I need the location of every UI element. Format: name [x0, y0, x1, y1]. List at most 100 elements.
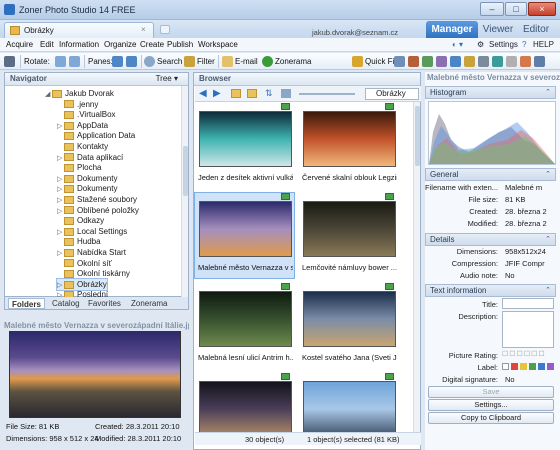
path-field[interactable]: Obrázky: [365, 88, 419, 100]
toolbar-tool-icon[interactable]: [534, 55, 547, 68]
copy-to-clipboard-button[interactable]: Copy to Clipboard: [428, 412, 554, 424]
menu-information[interactable]: Information: [59, 40, 99, 49]
tree-item[interactable]: Hudba: [57, 236, 101, 247]
general-section[interactable]: General ⌃: [425, 168, 556, 181]
parent-folder-icon[interactable]: [231, 89, 241, 98]
toolbar-tool-icon[interactable]: [478, 55, 491, 68]
tree-item[interactable]: ▷ Dokumenty: [57, 173, 117, 184]
thumbnail-item[interactable]: [298, 372, 399, 432]
menu-acquire[interactable]: Acquire: [6, 40, 33, 49]
collapse-icon[interactable]: ⌃: [545, 87, 551, 98]
toolbar-tool-icon[interactable]: [520, 55, 533, 68]
search-button[interactable]: Search: [144, 55, 182, 68]
tree-item[interactable]: ▷ AppData: [57, 120, 108, 131]
menu-workspace[interactable]: Workspace: [198, 40, 238, 49]
save-button[interactable]: Save: [428, 386, 554, 398]
color-labels[interactable]: [502, 362, 554, 371]
rotate-left-icon[interactable]: [55, 55, 68, 68]
forward-icon[interactable]: ▶: [213, 88, 221, 99]
menu-organize[interactable]: Organize: [104, 40, 136, 49]
rating-stars[interactable]: ☐☐☐☐☐☐: [502, 350, 546, 358]
expand-arrow-icon[interactable]: ▷: [57, 290, 64, 297]
tab-obrazky[interactable]: Obrázky ×: [4, 22, 154, 38]
tab-zonerama[interactable]: Zonerama: [128, 298, 170, 309]
tab-catalog[interactable]: Catalog: [49, 298, 83, 309]
tree-item[interactable]: ▷ Dokumenty: [57, 183, 117, 194]
toolbar-tool-icon[interactable]: [464, 55, 477, 68]
zonerama-button[interactable]: Zonerama: [262, 55, 311, 68]
maximize-button[interactable]: □: [505, 2, 527, 16]
description-field[interactable]: [502, 311, 554, 348]
collapse-icon[interactable]: ⌃: [545, 234, 551, 245]
acquire-icon[interactable]: [4, 55, 17, 68]
thumbnail-item[interactable]: Malebné mě...: [194, 372, 295, 432]
tree-item[interactable]: ▷ Local Settings: [57, 226, 127, 237]
expand-arrow-icon[interactable]: ◢: [45, 89, 52, 100]
tree-item[interactable]: ▷ Stažené soubory: [57, 194, 137, 205]
tree-item[interactable]: Application Data: [57, 130, 135, 141]
toolbar-tool-icon[interactable]: [422, 55, 435, 68]
navigator-scrollbar[interactable]: [181, 86, 188, 297]
text-information-section[interactable]: Text information ⌃: [425, 284, 556, 297]
scrollbar-thumb[interactable]: [183, 146, 188, 196]
minimize-button[interactable]: –: [480, 2, 504, 16]
menu-edit[interactable]: Edit: [40, 40, 54, 49]
rotate-right-icon[interactable]: [69, 55, 82, 68]
back-icon[interactable]: ◀: [199, 88, 207, 99]
settings-icon[interactable]: ⚙: [477, 40, 484, 49]
new-folder-icon[interactable]: [247, 89, 257, 98]
pane-right-icon[interactable]: [126, 55, 139, 68]
tree-item[interactable]: ▷ Nabídka Start: [57, 247, 126, 258]
tree-item[interactable]: ▷ Obrázky: [56, 277, 108, 291]
close-button[interactable]: ×: [528, 2, 556, 16]
browser-scrollbar[interactable]: [413, 102, 420, 432]
tab-editor[interactable]: Editor: [518, 21, 554, 39]
email-button[interactable]: E-mail: [222, 55, 258, 68]
toolbar-tool-icon[interactable]: [450, 55, 463, 68]
tree-item[interactable]: ▷ Oblíbené položky: [57, 205, 139, 216]
help-icon[interactable]: ?: [522, 40, 526, 49]
thumbnail-item[interactable]: Jeden z desítek aktivní vulká...: [194, 102, 295, 189]
tree-item[interactable]: Plocha: [57, 162, 101, 173]
workspace-icon[interactable]: ◐ ▾: [452, 40, 463, 49]
close-tab-icon[interactable]: ×: [141, 25, 146, 34]
quickfix-button[interactable]: Quick Fix: [352, 55, 398, 68]
new-tab-icon[interactable]: [160, 25, 170, 34]
help-link[interactable]: HELP: [533, 40, 554, 49]
tab-viewer[interactable]: Viewer: [480, 21, 516, 39]
thumbnail-item[interactable]: Lemčovité námluvy bower ...: [298, 192, 399, 279]
details-section[interactable]: Details ⌃: [425, 233, 556, 246]
tab-manager[interactable]: Manager: [426, 21, 478, 39]
thumbnail-item[interactable]: Červené skalní oblouk Legzir...: [298, 102, 399, 189]
zoom-slider[interactable]: [299, 93, 355, 95]
tree-item[interactable]: .VirtualBox: [57, 109, 116, 120]
menu-publish[interactable]: Publish: [167, 40, 193, 49]
tree-item[interactable]: ▷ Data aplikací: [57, 152, 123, 163]
tree-item[interactable]: Kontakty: [57, 141, 108, 152]
sort-icon[interactable]: ⇅: [265, 88, 273, 99]
thumbnail-item[interactable]: Kostel svatého Jana (Sveti Jo...: [298, 282, 399, 369]
tree-item[interactable]: Okolní síť: [57, 258, 112, 269]
scrollbar-thumb[interactable]: [415, 106, 420, 166]
user-email[interactable]: jakub.dvorak@seznam.cz: [312, 28, 398, 37]
tree-item[interactable]: ◢ Jakub Dvorak: [45, 88, 114, 99]
collapse-icon[interactable]: ⌃: [545, 285, 551, 296]
tab-favorites[interactable]: Favorites: [85, 298, 124, 309]
toolbar-tool-icon[interactable]: [408, 55, 421, 68]
settings-link[interactable]: Settings: [489, 40, 518, 49]
tree-item[interactable]: ▷ Poslední: [57, 289, 108, 297]
settings-button[interactable]: Settings...: [428, 399, 554, 411]
title-field[interactable]: [502, 298, 554, 309]
collapse-icon[interactable]: ⌃: [545, 169, 551, 180]
histogram-section[interactable]: Histogram ⌃: [425, 86, 556, 99]
thumbnail-item[interactable]: Malebné město Vernazza v s...: [194, 192, 295, 279]
tree-item[interactable]: .jenny: [57, 99, 98, 110]
tree-item[interactable]: Okolní tiskárny: [57, 268, 130, 279]
toolbar-tool-icon[interactable]: [492, 55, 505, 68]
menu-create[interactable]: Create: [140, 40, 164, 49]
navigator-mode-select[interactable]: Tree ▾: [156, 73, 178, 85]
view-mode-icon[interactable]: [281, 89, 291, 98]
pane-left-icon[interactable]: [112, 55, 125, 68]
tree-item[interactable]: Odkazy: [57, 215, 104, 226]
toolbar-tool-icon[interactable]: [436, 55, 449, 68]
